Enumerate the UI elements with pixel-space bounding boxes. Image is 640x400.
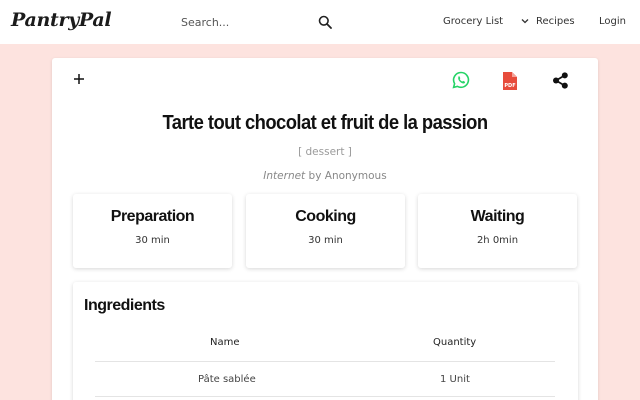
search-input[interactable] <box>181 14 311 30</box>
recipe-category: [ dessert ] <box>298 146 352 158</box>
waiting-time-box: Waiting 2h 0min <box>418 194 577 268</box>
chevron-down-icon[interactable] <box>521 17 529 25</box>
ingredients-title: Ingredients <box>84 297 165 314</box>
time-label: Preparation <box>110 208 195 225</box>
share-icon[interactable] <box>552 72 569 89</box>
recipes-dropdown[interactable]: Recipes <box>536 16 575 27</box>
time-label: Waiting <box>470 208 525 225</box>
time-value: 30 min <box>308 235 343 246</box>
ingredient-quantity: 1 Unit <box>440 374 470 385</box>
name-column-header: Name <box>210 337 240 348</box>
time-value: 2h 0min <box>476 235 519 246</box>
table-divider <box>95 396 555 397</box>
ingredient-name: Pâte sablée <box>198 374 256 385</box>
pdf-icon[interactable]: PDF <box>501 71 519 91</box>
cooking-time-box: Cooking 30 min <box>246 194 405 268</box>
quantity-column-header: Quantity <box>433 337 477 348</box>
recipe-title: Tarte tout chocolat et fruit de la passi… <box>162 112 488 134</box>
login-link[interactable]: Login <box>599 16 626 27</box>
source-name: Internet <box>263 170 306 182</box>
table-divider <box>95 361 555 362</box>
recipe-source: Internet by Anonymous <box>0 170 640 182</box>
preparation-time-box: Preparation 30 min <box>73 194 232 268</box>
grocery-list-link[interactable]: Grocery List <box>443 16 503 27</box>
ingredients-section: Ingredients Name Quantity Pâte sablée 1 … <box>73 282 578 400</box>
app-logo[interactable]: PantryPal <box>11 9 112 31</box>
time-label: Cooking <box>295 208 356 225</box>
svg-text:PDF: PDF <box>504 83 515 89</box>
whatsapp-icon[interactable] <box>452 71 470 89</box>
time-value: 30 min <box>135 235 170 246</box>
plus-icon[interactable] <box>73 73 85 85</box>
search-icon[interactable] <box>318 15 332 29</box>
author-name: Anonymous <box>324 170 387 182</box>
by-text: by <box>308 170 322 182</box>
top-navbar: PantryPal Grocery List Recipes Login <box>0 0 640 44</box>
